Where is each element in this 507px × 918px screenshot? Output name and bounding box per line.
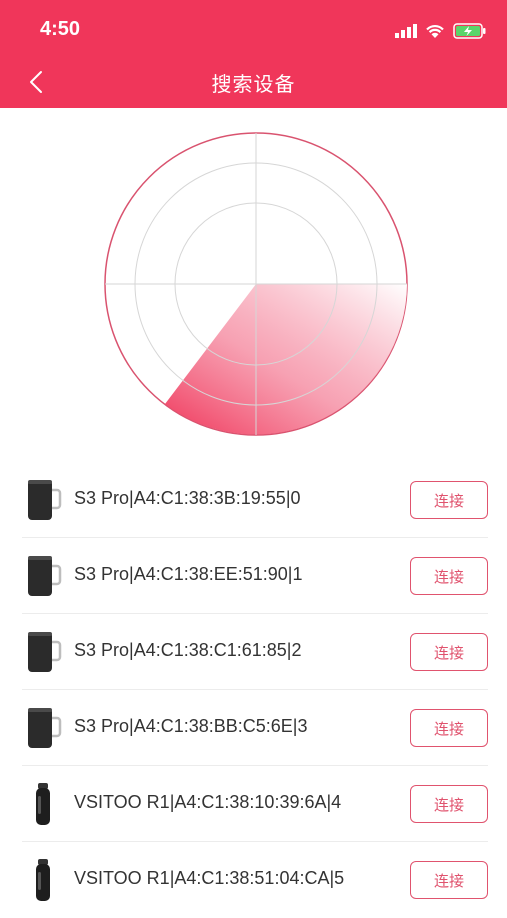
connect-button[interactable]: 连接 bbox=[410, 861, 488, 899]
device-name: S3 Pro|A4:C1:38:3B:19:55|0 bbox=[74, 488, 301, 508]
device-row: S3 Pro|A4:C1:38:BB:C5:6E|3 连接 bbox=[22, 690, 488, 766]
device-row: S3 Pro|A4:C1:38:C1:61:85|2 连接 bbox=[22, 614, 488, 690]
radar-graphic bbox=[104, 132, 408, 436]
header: 4:50 搜索设备 bbox=[0, 0, 507, 108]
device-row: S3 Pro|A4:C1:38:3B:19:55|0 连接 bbox=[22, 462, 488, 538]
device-row: S3 Pro|A4:C1:38:EE:51:90|1 连接 bbox=[22, 538, 488, 614]
device-name: S3 Pro|A4:C1:38:C1:61:85|2 bbox=[74, 640, 302, 660]
cellular-signal-icon bbox=[395, 24, 417, 38]
device-name: S3 Pro|A4:C1:38:BB:C5:6E|3 bbox=[74, 716, 308, 736]
device-row: VSITOO R1|A4:C1:38:51:04:CA|5 连接 bbox=[22, 842, 488, 918]
battery-charging-icon bbox=[453, 23, 486, 39]
device-list: S3 Pro|A4:C1:38:3B:19:55|0 连接 S3 Pro|A4:C… bbox=[0, 462, 507, 918]
bottle-icon bbox=[22, 858, 66, 902]
connect-button[interactable]: 连接 bbox=[410, 785, 488, 823]
device-name: S3 Pro|A4:C1:38:EE:51:90|1 bbox=[74, 564, 303, 584]
mug-icon bbox=[22, 554, 66, 598]
status-bar: 4:50 bbox=[0, 0, 507, 60]
status-time: 4:50 bbox=[40, 18, 81, 40]
connect-button[interactable]: 连接 bbox=[410, 633, 488, 671]
radar-scanner bbox=[103, 131, 409, 437]
status-icons bbox=[395, 20, 487, 42]
device-name: VSITOO R1|A4:C1:38:51:04:CA|5 bbox=[74, 868, 345, 888]
device-name: VSITOO R1|A4:C1:38:10:39:6A|4 bbox=[74, 792, 342, 812]
connect-button[interactable]: 连接 bbox=[410, 557, 488, 595]
mug-icon bbox=[22, 706, 66, 750]
page-title: 搜索设备 bbox=[211, 72, 296, 96]
bottle-icon bbox=[22, 782, 66, 826]
mug-icon bbox=[22, 630, 66, 674]
device-row: VSITOO R1|A4:C1:38:10:39:6A|4 连接 bbox=[22, 766, 488, 842]
mug-icon bbox=[22, 478, 66, 522]
connect-button[interactable]: 连接 bbox=[410, 481, 488, 519]
wifi-icon bbox=[426, 24, 444, 38]
connect-button[interactable]: 连接 bbox=[410, 709, 488, 747]
nav-bar: 搜索设备 bbox=[0, 58, 507, 106]
